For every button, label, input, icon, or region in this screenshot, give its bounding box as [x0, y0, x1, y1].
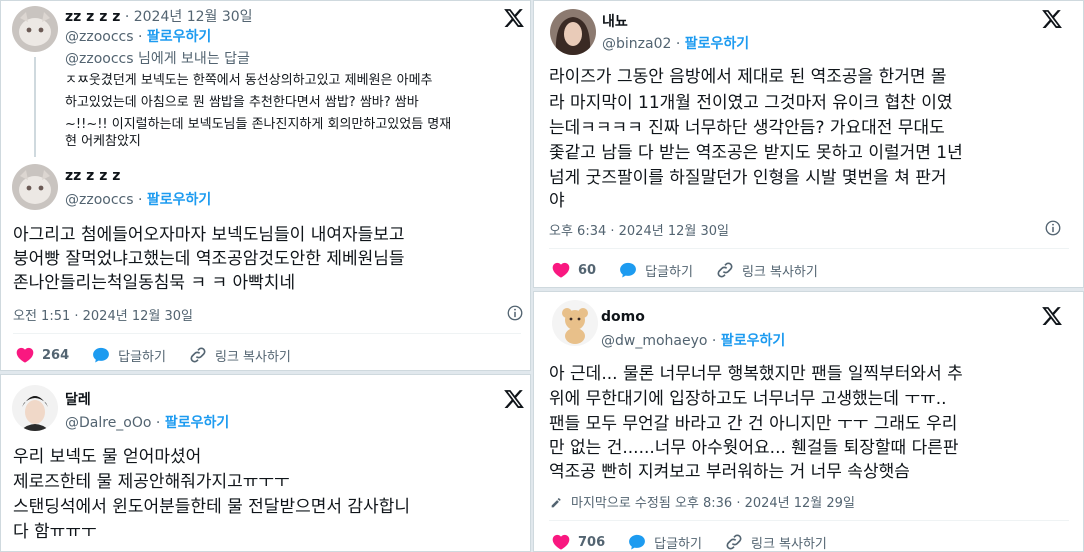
- author-handle[interactable]: @zzooccs: [65, 192, 134, 208]
- tweet-line-4: 만 없는 건......너무 아수웟어요... 휀걸들 퇴장할때 다른판: [549, 438, 959, 458]
- tweet-timestamp[interactable]: 오후 6:34 · 2024년 12월 30일: [549, 220, 729, 239]
- tweet-line-1: 아 근데... 물론 너무너무 행복했지만 팬들 일찍부터와서 추: [549, 364, 963, 384]
- reply-line-4: 현 어케참았지: [65, 134, 141, 149]
- tweet-card-dalre: 달레 @Dalre_oOo · 팔로우하기 우리 보넥도 물 얻어마셨어 제로즈…: [0, 374, 531, 552]
- x-logo-icon[interactable]: [1041, 8, 1063, 30]
- link-icon[interactable]: [724, 532, 744, 552]
- tweet-actions: 60 답글하기 링크 복사하기: [551, 260, 840, 280]
- avatar[interactable]: [550, 9, 596, 55]
- reply-icon[interactable]: [627, 532, 647, 552]
- tweet-line-5: 역조공 빤히 지켜보고 부러워하는 거 너무 속상햇슴: [549, 462, 910, 482]
- follow-button[interactable]: 팔로우하기: [685, 36, 749, 52]
- pencil-icon: [549, 494, 565, 510]
- tweet-line-2: 제로즈한테 물 제공안해줘가지고ㅠㅜㅜ: [13, 472, 290, 492]
- follow-button[interactable]: 팔로우하기: [721, 333, 785, 349]
- author-handle[interactable]: @zzooccs: [65, 29, 134, 45]
- tweet-actions: 706 답글하기 링크 복사하기: [551, 532, 849, 552]
- like-count[interactable]: 264: [42, 348, 69, 363]
- reply-button[interactable]: 답글하기: [645, 261, 693, 280]
- tweet-actions: 264 답글하기 링크 복사하기: [15, 345, 313, 365]
- reply-button[interactable]: 답글하기: [118, 346, 166, 365]
- avatar[interactable]: [12, 164, 58, 210]
- author-name[interactable]: domo: [601, 309, 645, 325]
- tweet-line-2: 위에 무한대기에 입장하고도 너무너무 고생했는데 ㅜㅠ..: [549, 389, 947, 409]
- author-name[interactable]: zz z z z: [65, 9, 120, 25]
- info-icon[interactable]: [506, 304, 524, 322]
- tweet-line-3: 스탠딩석에서 윈도어분들한테 물 전달받으면서 감사합니: [13, 497, 410, 517]
- follow-button[interactable]: 팔로우하기: [147, 192, 211, 208]
- info-icon[interactable]: [1044, 219, 1062, 237]
- link-icon[interactable]: [188, 345, 208, 365]
- reply-icon[interactable]: [618, 260, 638, 280]
- copy-link-button[interactable]: 링크 복사하기: [751, 533, 827, 552]
- heart-icon[interactable]: [15, 345, 35, 365]
- follow-button[interactable]: 팔로우하기: [147, 29, 211, 45]
- divider: [549, 248, 1069, 249]
- tweet-line-1: 아그리고 첨에들어오자마자 보넥도님들이 내여자들보고: [13, 225, 405, 245]
- thread-line: [34, 57, 36, 157]
- tweet-line-5: 넘게 굿즈팔이를 하질말던가 인형을 시발 몇번을 쳐 판거: [549, 168, 947, 188]
- copy-link-button[interactable]: 링크 복사하기: [215, 346, 291, 365]
- follow-button[interactable]: 팔로우하기: [165, 415, 229, 431]
- heart-icon[interactable]: [551, 260, 571, 280]
- tweet-line-4: 좇같고 남들 다 받는 역조공은 받지도 못하고 이럴거면 1년: [549, 143, 963, 163]
- edited-timestamp[interactable]: 마지막으로 수정됨 오후 8:36 · 2024년 12월 29일: [571, 492, 855, 511]
- tweet-line-6: 야: [549, 191, 565, 211]
- reply-line-1: ㅈㅉ웃겼던게 보넥도는 한쪽에서 동선상의하고있고 제베원은 아메추: [65, 73, 433, 88]
- author-name[interactable]: 달레: [65, 389, 91, 409]
- tweet-line-1: 우리 보넥도 물 얻어마셨어: [13, 447, 202, 467]
- tweet-timestamp[interactable]: 오전 1:51 · 2024년 12월 30일: [13, 305, 193, 324]
- author-name[interactable]: zz z z z: [65, 168, 120, 184]
- tweet-card-zzooccs: zz z z z · 2024년 12월 30일 @zzooccs · 팔로우하…: [0, 0, 531, 371]
- tweet-line-1: 라이즈가 그동안 음방에서 제대로 된 역조공을 한거면 몰: [549, 67, 947, 87]
- tweet-line-3: 는데ㅋㅋㅋㅋ 진짜 너무하단 생각안듬? 가요대전 무대도: [549, 118, 945, 138]
- tweet-date[interactable]: 2024년 12월 30일: [134, 9, 253, 25]
- avatar[interactable]: [552, 300, 598, 346]
- avatar[interactable]: [12, 6, 58, 52]
- reply-to-label: @zzooccs 님에게 보내는 답글: [65, 51, 250, 67]
- author-handle[interactable]: @binza02: [602, 36, 671, 52]
- reply-line-2: 하고있었는데 아침으로 뭔 쌈밥을 추천한다면서 쌈밥? 쌈바? 쌈바: [65, 95, 419, 110]
- x-logo-icon[interactable]: [503, 388, 525, 410]
- reply-button[interactable]: 답글하기: [654, 533, 702, 552]
- author-handle[interactable]: @Dalre_oOo: [65, 415, 151, 431]
- author-handle[interactable]: @dw_mohaeyo: [601, 333, 707, 349]
- tweet-line-2: 라 마지막이 11개월 전이였고 그것마저 유이크 협찬 이였: [549, 93, 953, 113]
- x-logo-icon[interactable]: [503, 7, 525, 29]
- heart-icon[interactable]: [551, 532, 571, 552]
- tweet-card-binza: 내뇨 @binza02 · 팔로우하기 라이즈가 그동안 음방에서 제대로 된 …: [533, 0, 1084, 288]
- x-logo-icon[interactable]: [1041, 305, 1063, 327]
- like-count[interactable]: 60: [578, 263, 596, 278]
- avatar[interactable]: [12, 385, 58, 431]
- tweet-line-4: 다 함ㅠㅠㅜ: [13, 522, 97, 542]
- reply-icon[interactable]: [91, 345, 111, 365]
- tweet-card-domo: domo @dw_mohaeyo · 팔로우하기 아 근데... 물론 너무너무…: [533, 291, 1084, 552]
- tweet-line-3: 존나안들리는척일동침묵 ㅋ ㅋ 아빡치네: [13, 273, 296, 293]
- divider: [13, 333, 521, 334]
- author-name[interactable]: 내뇨: [602, 11, 628, 31]
- tweet-line-2: 붕어빵 잘먹었냐고했는데 역조공암것도안한 제베원님들: [13, 249, 405, 269]
- link-icon[interactable]: [715, 260, 735, 280]
- copy-link-button[interactable]: 링크 복사하기: [742, 261, 818, 280]
- tweet-line-3: 팬들 모두 무언갈 바라고 간 건 아니지만 ㅜㅜ 그래도 우리: [549, 414, 958, 434]
- divider: [549, 520, 1069, 521]
- like-count[interactable]: 706: [578, 535, 605, 550]
